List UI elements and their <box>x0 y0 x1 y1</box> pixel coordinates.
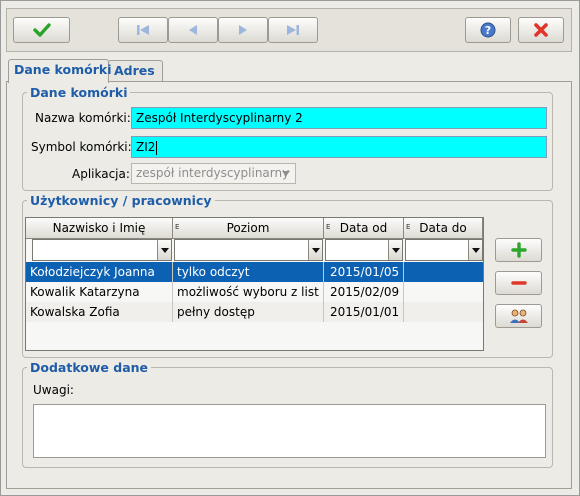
first-record-button[interactable] <box>118 17 168 43</box>
table-row[interactable]: Kołodziejczyk Joanna tylko odczyt 2015/0… <box>26 262 483 282</box>
cell-level: możliwość wyboru z list <box>173 282 324 302</box>
cell-name-field[interactable]: Zespół Interdyscyplinarny 2 <box>131 107 547 129</box>
users-icon <box>509 309 528 323</box>
filter-level-input[interactable] <box>174 239 323 261</box>
first-record-icon <box>137 25 149 35</box>
chevron-down-icon <box>282 171 290 176</box>
last-record-button[interactable] <box>268 17 318 43</box>
cell-name-label: Nazwa komórki: <box>35 111 131 125</box>
column-header-date-from-label: Data od <box>339 221 388 235</box>
chevron-down-icon <box>312 248 320 253</box>
column-header-name[interactable]: Nazwisko i Imię <box>26 218 173 239</box>
cell-level: pełny dostęp <box>173 302 324 322</box>
column-header-date-to-label: Data do <box>419 221 467 235</box>
chevron-down-icon <box>472 248 480 253</box>
column-header-date-to[interactable]: E Data do <box>404 218 483 239</box>
application-value: zespół interdyscyplinarny <box>136 166 290 180</box>
cell-date-to <box>404 282 483 302</box>
next-record-button[interactable] <box>218 17 268 43</box>
next-record-icon <box>239 25 247 35</box>
cell-symbol-label: Symbol komórki: <box>31 140 132 154</box>
tab-address[interactable]: Adres <box>108 60 163 82</box>
table-row[interactable]: Kowalska Zofia pełny dostęp 2015/01/01 <box>26 302 483 322</box>
filter-marker-icon: E <box>175 223 180 231</box>
filter-dropdown-button[interactable] <box>157 240 171 260</box>
filter-marker-icon: E <box>406 223 411 231</box>
previous-record-button[interactable] <box>168 17 218 43</box>
filter-name-input[interactable] <box>32 239 172 261</box>
help-button[interactable]: ? <box>465 17 511 43</box>
cell-data-group-title: Dane komórki <box>30 85 128 100</box>
last-record-icon <box>287 25 299 35</box>
filter-date-to-input[interactable] <box>405 239 483 261</box>
plus-icon <box>510 242 527 258</box>
cell-date-from: 2015/02/09 <box>324 282 404 302</box>
notes-label: Uwagi: <box>33 383 74 397</box>
cell-level: tylko odczyt <box>173 262 324 282</box>
manage-users-button[interactable] <box>495 304 542 328</box>
additional-data-group-title: Dodatkowe dane <box>30 360 149 375</box>
notes-textarea[interactable] <box>33 404 546 458</box>
check-icon <box>32 23 51 37</box>
cell-name: Kowalik Katarzyna <box>26 282 173 302</box>
chevron-down-icon <box>161 248 169 253</box>
cell-name: Kowalska Zofia <box>26 302 173 322</box>
column-header-date-from[interactable]: E Data od <box>324 218 404 239</box>
filter-marker-icon: E <box>326 223 331 231</box>
users-group-title: Użytkownicy / pracownicy <box>30 193 212 208</box>
text-cursor <box>156 140 158 155</box>
confirm-button[interactable] <box>13 17 70 43</box>
filter-dropdown-button[interactable] <box>468 240 482 260</box>
application-label: Aplikacja: <box>72 167 130 181</box>
cancel-button[interactable] <box>518 17 564 43</box>
cell-date-to <box>404 262 483 282</box>
cell-symbol-field[interactable]: ZI2 <box>131 136 547 158</box>
add-user-button[interactable] <box>495 238 542 262</box>
filter-dropdown-button[interactable] <box>388 240 402 260</box>
table-row[interactable]: Kowalik Katarzyna możliwość wyboru z lis… <box>26 282 483 302</box>
users-table: Nazwisko i Imię E Poziom E Data od E Data d… <box>25 217 484 351</box>
filter-dropdown-button[interactable] <box>308 240 322 260</box>
column-header-level[interactable]: E Poziom <box>173 218 324 239</box>
chevron-down-icon <box>392 248 400 253</box>
cell-symbol-value: ZI2 <box>136 140 156 154</box>
svg-text:?: ? <box>485 24 491 37</box>
column-header-name-label: Nazwisko i Imię <box>52 221 146 235</box>
cell-date-from: 2015/01/05 <box>324 262 404 282</box>
tab-cell-data[interactable]: Dane komórki <box>8 59 111 83</box>
help-icon: ? <box>480 22 496 38</box>
previous-record-icon <box>189 25 197 35</box>
toolbar: ? <box>6 8 572 52</box>
filter-date-from-input[interactable] <box>325 239 403 261</box>
cell-name: Kołodziejczyk Joanna <box>26 262 173 282</box>
cell-date-to <box>404 302 483 322</box>
close-icon <box>534 23 548 37</box>
minus-icon <box>510 281 527 285</box>
cell-date-from: 2015/01/01 <box>324 302 404 322</box>
application-select[interactable]: zespół interdyscyplinarny <box>131 163 296 184</box>
remove-user-button[interactable] <box>495 271 542 295</box>
column-header-level-label: Poziom <box>226 221 270 235</box>
